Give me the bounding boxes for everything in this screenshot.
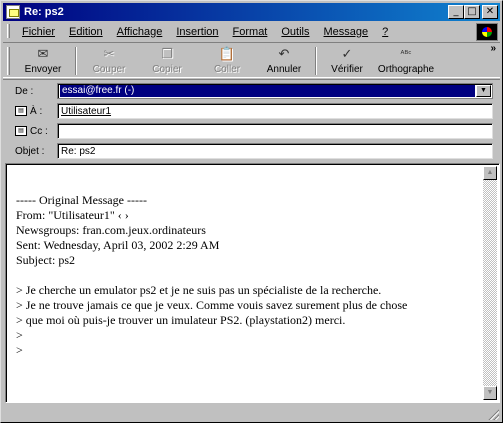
message-line: Sent: Wednesday, April 03, 2002 2:29 AM — [16, 238, 220, 252]
close-button[interactable]: ✕ — [482, 5, 498, 19]
message-line: Subject: ps2 — [16, 253, 75, 267]
check-names-button[interactable]: ✓ Vérifier — [321, 44, 373, 78]
message-line: From: "Utilisateur1" ‹ › — [16, 208, 129, 222]
cut-label: Couper — [92, 64, 126, 75]
cc-row: ▤ Cc : — [3, 123, 500, 139]
copy-button[interactable]: ❐ Copier — [141, 44, 193, 78]
check-names-label: Vérifier — [331, 64, 363, 75]
check-names-icon: ✓ — [341, 47, 353, 62]
menu-fichier[interactable]: Fichier — [15, 26, 62, 38]
message-line: > Je cherche un emulator ps2 et je ne su… — [16, 283, 382, 297]
undo-label: Annuler — [266, 64, 302, 75]
message-line: > que moi où puis-je trouver un imulateu… — [16, 313, 346, 327]
message-line: Newsgroups: fran.com.jeux.ordinateurs — [16, 223, 206, 237]
to-address-button[interactable]: ▤ À : — [15, 106, 42, 117]
address-book-icon: ▤ — [15, 106, 27, 116]
undo-icon: ↶ — [278, 47, 290, 62]
send-button[interactable]: ✉ Envoyer — [15, 44, 71, 78]
toolbar-grip[interactable] — [7, 47, 10, 75]
from-label: De : — [15, 85, 34, 97]
toolbar-more-chevron[interactable]: » — [490, 43, 496, 54]
menu-grip[interactable] — [7, 24, 10, 38]
maximize-button[interactable]: □ — [464, 5, 480, 19]
chevron-down-icon[interactable]: ▼ — [476, 85, 491, 97]
menu-edition[interactable]: Edition — [62, 26, 110, 38]
message-text: ----- Original Message ----- From: "Utili… — [16, 178, 476, 358]
paste-button[interactable]: 📋 Coller — [201, 44, 253, 78]
cut-button[interactable]: ✂ Couper — [83, 44, 135, 78]
menu-insertion[interactable]: Insertion — [169, 26, 225, 38]
copy-label: Copier — [152, 64, 182, 75]
message-line: > — [16, 343, 23, 357]
spelling-icon: ᴬᴮᶜ — [400, 50, 412, 60]
window-title: Re: ps2 — [24, 6, 64, 18]
from-value: essai@free.fr (-) — [60, 85, 475, 97]
cc-address-button[interactable]: ▤ Cc : — [15, 126, 48, 137]
message-header: De : essai@free.fr (-) ▼ ▤ À : Utilisate… — [3, 79, 500, 161]
windows-logo-icon — [476, 23, 498, 41]
copy-icon: ❐ — [161, 47, 173, 62]
subject-field[interactable]: Re: ps2 — [57, 143, 493, 159]
send-label: Envoyer — [24, 64, 62, 75]
to-field[interactable]: Utilisateur1 — [57, 103, 493, 119]
message-line — [16, 178, 476, 193]
paste-label: Coller — [213, 64, 241, 75]
message-line — [16, 268, 476, 283]
vertical-scrollbar[interactable]: ▲ ▼ — [483, 166, 497, 400]
spelling-label: Orthographe — [377, 64, 435, 75]
toolbar-separator — [315, 47, 317, 75]
scroll-down-icon[interactable]: ▼ — [483, 386, 497, 400]
scissors-icon: ✂ — [103, 47, 115, 62]
menu-affichage[interactable]: Affichage — [110, 26, 170, 38]
compose-window: Re: ps2 _ □ ✕ Fichier Edition Affichage … — [0, 0, 503, 423]
message-icon — [6, 5, 20, 19]
minimize-button[interactable]: _ — [448, 5, 464, 19]
menu-help[interactable]: ? — [375, 26, 395, 38]
address-book-icon: ▤ — [15, 126, 27, 136]
from-dropdown[interactable]: essai@free.fr (-) ▼ — [57, 83, 493, 99]
toolbar: ✉ Envoyer ✂ Couper ❐ Copier 📋 Coller ↶ A… — [3, 42, 500, 78]
cc-label: Cc : — [30, 125, 48, 137]
send-icon: ✉ — [37, 47, 49, 62]
message-line: > — [16, 328, 23, 342]
window-controls: _ □ ✕ — [448, 5, 498, 19]
toolbar-separator — [75, 47, 77, 75]
undo-button[interactable]: ↶ Annuler — [258, 44, 310, 78]
scroll-up-icon[interactable]: ▲ — [483, 166, 497, 180]
message-body-editor[interactable]: ----- Original Message ----- From: "Utili… — [5, 163, 500, 403]
to-row: ▤ À : Utilisateur1 — [3, 103, 500, 119]
status-bar — [3, 405, 500, 421]
from-row: De : essai@free.fr (-) ▼ — [3, 83, 500, 99]
to-label: À : — [30, 105, 43, 117]
menu-bar: Fichier Edition Affichage Insertion Form… — [3, 22, 500, 41]
message-line: > Je ne trouve jamais ce que je veux. Co… — [16, 298, 408, 312]
menu-outils[interactable]: Outils — [274, 26, 316, 38]
subject-label: Objet : — [15, 145, 45, 157]
menu-message[interactable]: Message — [317, 26, 376, 38]
menu-format[interactable]: Format — [226, 26, 275, 38]
message-line: ----- Original Message ----- — [16, 193, 147, 207]
title-bar[interactable]: Re: ps2 _ □ ✕ — [3, 3, 500, 21]
paste-icon: 📋 — [218, 47, 236, 62]
cc-field[interactable] — [57, 123, 493, 139]
resize-grip-icon[interactable] — [487, 408, 499, 420]
spelling-button[interactable]: ᴬᴮᶜ Orthographe — [375, 44, 437, 78]
subject-row: Objet : Re: ps2 — [3, 143, 500, 159]
